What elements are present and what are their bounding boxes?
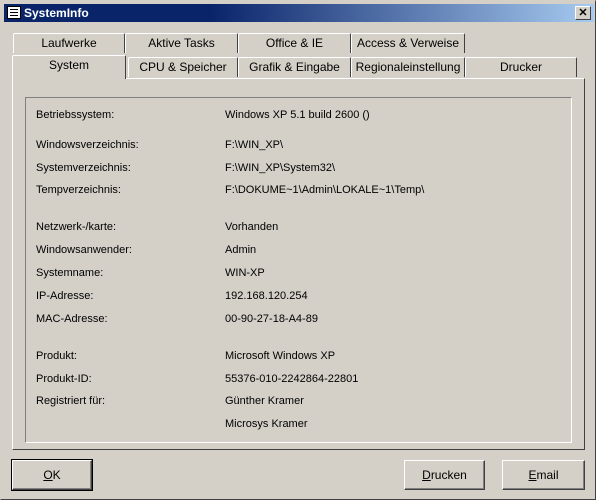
print-button[interactable]: Drucken (404, 460, 485, 490)
info-value: 55376-010-2242864-22801 (225, 373, 359, 385)
window-title: SystemInfo (24, 6, 89, 20)
info-row-netzwerkkarte: Netzwerk-/karte: Vorhanden (26, 221, 566, 237)
info-label: Tempverzeichnis: (36, 184, 121, 196)
tab-office-ie[interactable]: Office & IE (238, 33, 351, 53)
close-button[interactable]: ✕ (575, 6, 591, 20)
info-row-windowsverzeichnis: Windowsverzeichnis: F:\WIN_XP\ (26, 139, 566, 155)
info-row-betriebssystem: Betriebssystem: Windows XP 5.1 build 260… (26, 109, 566, 125)
title-bar[interactable]: SystemInfo ✕ (4, 4, 594, 22)
info-value: F:\WIN_XP\ (225, 139, 284, 151)
tab-laufwerke[interactable]: Laufwerke (13, 33, 125, 53)
info-row-produkt-id: Produkt-ID: 55376-010-2242864-22801 (26, 373, 566, 389)
info-label: Netzwerk-/karte: (36, 221, 117, 233)
info-row-organisation: Microsys Kramer (26, 418, 566, 434)
print-label-rest: rucken (430, 468, 467, 482)
info-row-systemname: Systemname: WIN-XP (26, 267, 566, 283)
info-row-mac-adresse: MAC-Adresse: 00-90-27-18-A4-89 (26, 313, 566, 329)
info-label: Systemverzeichnis: (36, 162, 131, 174)
tab-cpu-speicher[interactable]: CPU & Speicher (128, 57, 238, 77)
info-value: Vorhanden (225, 221, 279, 233)
info-row-windowsanwender: Windowsanwender: Admin (26, 244, 566, 260)
info-value: Microsys Kramer (225, 418, 308, 430)
system-tab-panel: Betriebssystem: Windows XP 5.1 build 260… (12, 78, 585, 450)
ok-label-rest: K (52, 468, 61, 482)
email-mnemonic: E (528, 468, 537, 482)
info-value: Microsoft Windows XP (225, 350, 336, 362)
tab-access-verweise[interactable]: Access & Verweise (351, 33, 465, 53)
info-value: F:\DOKUME~1\Admin\LOKALE~1\Temp\ (225, 184, 425, 196)
info-row-systemverzeichnis: Systemverzeichnis: F:\WIN_XP\System32\ (26, 162, 566, 178)
email-button[interactable]: Email (502, 460, 585, 490)
tab-regionaleinstellung[interactable]: Regionaleinstellung (351, 57, 465, 77)
systeminfo-window: SystemInfo ✕ Laufwerke Aktive Tasks Offi… (0, 0, 596, 500)
info-value: 00-90-27-18-A4-89 (225, 313, 318, 325)
info-label: Betriebssystem: (36, 109, 115, 121)
info-label: Registriert für: (36, 395, 106, 407)
info-label: Windowsverzeichnis: (36, 139, 139, 151)
info-label: Systemname: (36, 267, 104, 279)
ok-button[interactable]: OK (11, 459, 93, 491)
info-value: 192.168.120.254 (225, 290, 308, 302)
system-info-group: Betriebssystem: Windows XP 5.1 build 260… (25, 97, 572, 443)
email-label-rest: mail (536, 468, 559, 482)
tab-system[interactable]: System (12, 55, 126, 79)
info-value: Windows XP 5.1 build 2600 () (225, 109, 370, 121)
info-value: Günther Kramer (225, 395, 304, 407)
info-label: Produkt: (36, 350, 77, 362)
tab-drucker[interactable]: Drucker (465, 57, 577, 77)
info-row-tempverzeichnis: Tempverzeichnis: F:\DOKUME~1\Admin\LOKAL… (26, 184, 566, 200)
app-icon (7, 6, 21, 19)
info-value: F:\WIN_XP\System32\ (225, 162, 336, 174)
info-label: MAC-Adresse: (36, 313, 108, 325)
info-value: Admin (225, 244, 257, 256)
tab-grafik-eingabe[interactable]: Grafik & Eingabe (238, 57, 351, 77)
info-row-produkt: Produkt: Microsoft Windows XP (26, 350, 566, 366)
ok-mnemonic: O (43, 468, 53, 482)
info-label: Windowsanwender: (36, 244, 132, 256)
info-label: IP-Adresse: (36, 290, 94, 302)
info-row-ip-adresse: IP-Adresse: 192.168.120.254 (26, 290, 566, 306)
info-row-registriert-fuer: Registriert für: Günther Kramer (26, 395, 566, 411)
info-value: WIN-XP (225, 267, 265, 279)
print-mnemonic: D (422, 468, 431, 482)
info-label: Produkt-ID: (36, 373, 92, 385)
tab-aktive-tasks[interactable]: Aktive Tasks (125, 33, 238, 53)
